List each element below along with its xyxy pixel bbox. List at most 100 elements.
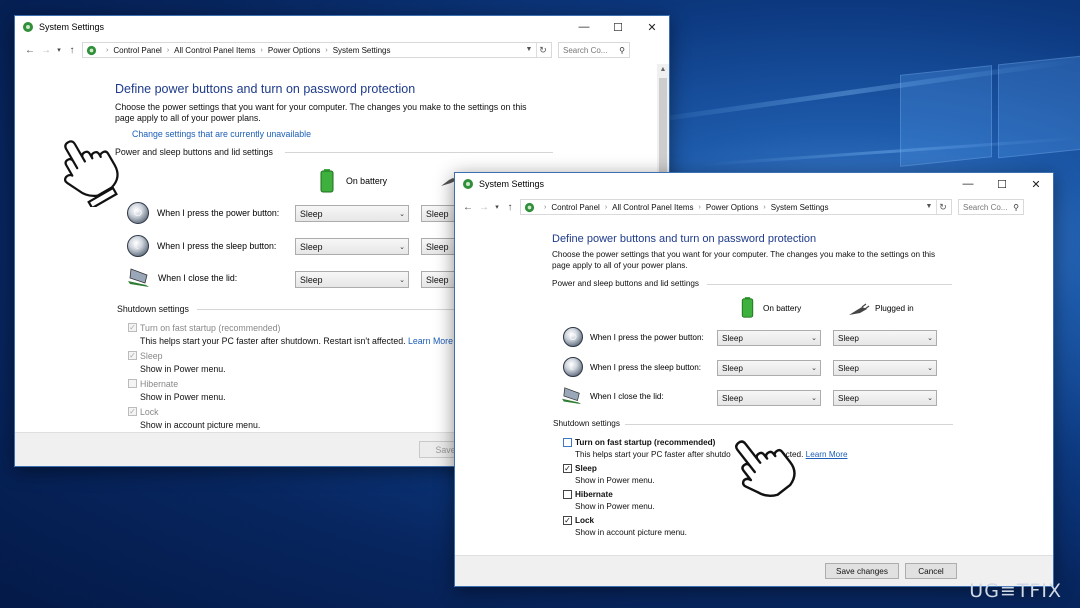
- sleep-checkbox[interactable]: ✓: [563, 464, 572, 473]
- forward-arrow-icon[interactable]: →: [476, 202, 492, 213]
- maximize-icon[interactable]: ☐: [601, 16, 635, 38]
- hibernate-option: Hibernate Show in Power menu.: [563, 489, 655, 513]
- lid-battery-select[interactable]: Sleep ⌄: [717, 390, 821, 406]
- maximize-icon[interactable]: ☐: [985, 173, 1019, 195]
- learn-more-link[interactable]: Learn More: [408, 336, 453, 346]
- search-input[interactable]: Search Co... ⚲: [958, 199, 1024, 215]
- breadcrumb-control-panel[interactable]: Control Panel: [113, 46, 161, 55]
- breadcrumb-power-options[interactable]: Power Options: [268, 46, 320, 55]
- sleep-button-battery-select[interactable]: Sleep ⌄: [295, 238, 409, 255]
- chevron-down-icon: ⌄: [811, 365, 817, 372]
- breadcrumb-system-settings[interactable]: System Settings: [333, 46, 391, 55]
- refresh-icon[interactable]: ↻: [936, 200, 949, 214]
- chevron-right-icon: ›: [544, 203, 547, 211]
- chevron-down-icon: ⌄: [399, 243, 405, 251]
- lid-label: When I close the lid:: [158, 273, 238, 283]
- sleep-button-row: ☾ When I press the sleep button:: [563, 357, 701, 377]
- minimize-icon[interactable]: —: [567, 16, 601, 38]
- scroll-up-icon[interactable]: ▲: [657, 66, 669, 73]
- search-placeholder: Search Co...: [563, 45, 608, 55]
- on-battery-label: On battery: [763, 304, 802, 313]
- chevron-right-icon: ›: [166, 46, 170, 54]
- windows-logo-pane: [900, 65, 992, 167]
- recent-locations-icon[interactable]: ▾: [54, 46, 64, 54]
- save-changes-button[interactable]: Save changes: [825, 563, 899, 579]
- breadcrumb-all-items[interactable]: All Control Panel Items: [612, 203, 693, 212]
- sleep-button-row: ☾ When I press the sleep button:: [127, 235, 276, 257]
- search-input[interactable]: Search Co... ⚲: [558, 42, 630, 58]
- lid-plugged-select[interactable]: Sleep ⌄: [833, 390, 937, 406]
- sleep-button-battery-select[interactable]: Sleep ⌄: [717, 360, 821, 376]
- hibernate-checkbox[interactable]: [563, 490, 572, 499]
- fast-startup-checkbox[interactable]: ✓: [128, 323, 137, 332]
- power-button-plugged-select[interactable]: Sleep ⌄: [833, 330, 937, 346]
- chevron-down-icon[interactable]: ▼: [923, 200, 935, 214]
- chevron-down-icon: ⌄: [811, 395, 817, 402]
- search-icon: ⚲: [1013, 202, 1019, 212]
- title-bar: System Settings — ☐ ✕: [455, 173, 1053, 195]
- sleep-title: Sleep: [140, 351, 163, 361]
- breadcrumb-power-options[interactable]: Power Options: [706, 203, 758, 212]
- hibernate-checkbox[interactable]: [128, 379, 137, 388]
- power-button-battery-select[interactable]: Sleep ⌄: [717, 330, 821, 346]
- navigation-bar: ← → ▾ ↑ › Control Panel › All Control Pa…: [455, 195, 1053, 219]
- fast-startup-checkbox[interactable]: [563, 438, 572, 447]
- battery-icon: [741, 297, 754, 318]
- back-arrow-icon[interactable]: ←: [22, 45, 38, 56]
- chevron-right-icon: ›: [698, 203, 701, 211]
- lock-option: ✓ Lock Show in account picture menu.: [128, 406, 260, 431]
- power-button-row: ⏻ When I press the power button:: [127, 202, 279, 224]
- breadcrumb-all-items[interactable]: All Control Panel Items: [174, 46, 255, 55]
- power-button-battery-select[interactable]: Sleep ⌄: [295, 205, 409, 222]
- search-placeholder: Search Co...: [963, 202, 1008, 212]
- lock-description: Show in account picture menu.: [140, 419, 261, 430]
- laptop-lid-icon: [562, 387, 582, 405]
- search-icon: ⚲: [619, 45, 625, 55]
- change-settings-link[interactable]: Change settings that are currently unava…: [132, 129, 555, 139]
- forward-arrow-icon[interactable]: →: [38, 45, 54, 56]
- up-arrow-icon[interactable]: ↑: [64, 45, 80, 56]
- hibernate-title: Hibernate: [575, 490, 613, 499]
- sleep-description: Show in Power menu.: [575, 476, 655, 485]
- fast-startup-title: Turn on fast startup (recommended): [140, 323, 281, 333]
- sleep-button-plugged-select[interactable]: Sleep ⌄: [833, 360, 937, 376]
- chevron-down-icon: ⌄: [399, 210, 405, 218]
- back-arrow-icon[interactable]: ←: [460, 202, 476, 213]
- sleep-option: ✓ Sleep Show in Power menu.: [128, 350, 226, 375]
- power-button-label: When I press the power button:: [590, 332, 704, 342]
- breadcrumb-control-panel[interactable]: Control Panel: [551, 203, 599, 212]
- page-description: Choose the power settings that you want …: [115, 102, 527, 123]
- recent-locations-icon[interactable]: ▾: [492, 203, 502, 211]
- plug-icon: [849, 303, 870, 315]
- up-arrow-icon[interactable]: ↑: [502, 202, 518, 213]
- address-bar[interactable]: › Control Panel › All Control Panel Item…: [82, 42, 552, 58]
- breadcrumb-system-settings[interactable]: System Settings: [771, 203, 829, 212]
- lock-title: Lock: [575, 516, 595, 525]
- chevron-right-icon: ›: [763, 203, 766, 211]
- pointing-hand-icon: [734, 440, 796, 498]
- sleep-option: ✓ Sleep Show in Power menu.: [563, 463, 655, 487]
- address-bar[interactable]: › Control Panel › All Control Panel Item…: [520, 199, 952, 215]
- chevron-down-icon: ⌄: [927, 335, 933, 342]
- chevron-right-icon: ›: [325, 46, 328, 54]
- chevron-right-icon: ›: [260, 46, 263, 54]
- sleep-button-label: When I press the sleep button:: [590, 362, 702, 372]
- sleep-checkbox[interactable]: ✓: [128, 351, 137, 360]
- page-heading: Define power buttons and turn on passwor…: [552, 233, 817, 245]
- navigation-bar: ← → ▾ ↑ › Control Panel › All Control Pa…: [15, 38, 669, 62]
- refresh-icon[interactable]: ↻: [536, 43, 549, 57]
- control-panel-icon: [23, 22, 33, 32]
- minimize-icon[interactable]: —: [951, 173, 985, 195]
- fast-startup-description: This helps start your PC faster after sh…: [140, 335, 453, 346]
- close-icon[interactable]: ✕: [635, 16, 669, 38]
- lock-checkbox[interactable]: ✓: [563, 516, 572, 525]
- chevron-down-icon[interactable]: ▼: [523, 43, 535, 57]
- section-power-buttons: Power and sleep buttons and lid settings: [115, 147, 555, 157]
- cancel-button[interactable]: Cancel: [905, 563, 957, 579]
- sleep-title: Sleep: [575, 464, 597, 473]
- lock-checkbox[interactable]: ✓: [128, 407, 137, 416]
- hibernate-description: Show in Power menu.: [140, 391, 226, 402]
- lid-battery-select[interactable]: Sleep ⌄: [295, 271, 409, 288]
- close-icon[interactable]: ✕: [1019, 173, 1053, 195]
- hibernate-option: Hibernate Show in Power menu.: [128, 378, 226, 403]
